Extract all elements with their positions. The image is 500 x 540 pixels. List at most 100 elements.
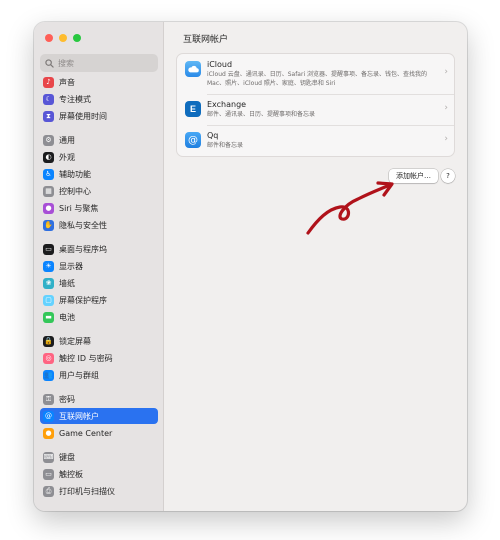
chevron-right-icon: › bbox=[444, 134, 448, 144]
sidebar-item-label: 触控 ID 与密码 bbox=[59, 353, 113, 363]
keyboard-icon: ⌨ bbox=[43, 451, 54, 463]
account-description: iCloud 云盘、通讯录、日历、Safari 浏览器、提醒事项、备忘录、钱包、… bbox=[207, 71, 428, 87]
sidebar-item[interactable]: ⚙ 通用 bbox=[40, 132, 158, 148]
hourglass-icon: ⧗ bbox=[43, 110, 54, 122]
divider bbox=[207, 125, 454, 126]
sidebar-item[interactable]: ♪ 声音 bbox=[40, 74, 158, 90]
account-name: Qq bbox=[207, 131, 219, 140]
sidebar-item-label: 屏幕使用时间 bbox=[59, 111, 107, 121]
moon-icon: ☾ bbox=[43, 93, 54, 105]
annotation-arrow bbox=[306, 181, 394, 235]
sidebar-item[interactable]: ✋ 隐私与安全性 bbox=[40, 217, 158, 233]
printer-icon: ⎙ bbox=[43, 485, 54, 497]
sidebar-item-label: 键盘 bbox=[59, 452, 75, 462]
appearance-icon: ◐ bbox=[43, 151, 54, 163]
sidebar-item-label: 声音 bbox=[59, 77, 75, 87]
chevron-right-icon: › bbox=[444, 67, 448, 77]
trackpad-icon: ▭ bbox=[43, 468, 54, 480]
search-icon bbox=[45, 58, 54, 68]
sidebar-item[interactable]: ☾ 专注模式 bbox=[40, 91, 158, 107]
sidebar-item-label: 通用 bbox=[59, 135, 75, 145]
sidebar-item-label: 控制中心 bbox=[59, 186, 91, 196]
sidebar-item[interactable]: ● Siri 与聚焦 bbox=[40, 200, 158, 216]
at-icon: @ bbox=[43, 410, 54, 422]
sidebar-item-label: 显示器 bbox=[59, 261, 83, 271]
lock-icon: 🔒 bbox=[43, 335, 54, 347]
sidebar-item[interactable]: ◐ 外观 bbox=[40, 149, 158, 165]
speaker-icon: ♪ bbox=[43, 76, 54, 88]
sidebar-item-label: 电池 bbox=[59, 312, 75, 322]
sidebar-item-label: 用户与群组 bbox=[59, 370, 99, 380]
sidebar-item-label: 屏幕保护程序 bbox=[59, 295, 107, 305]
sidebar-item[interactable]: @ 互联网帐户 bbox=[40, 408, 158, 424]
settings-window: 搜索 ♪ 声音 ☾ 专注模式 ⧗ 屏幕使用时间 ⚙ 通用 ◐ 外观 ♿ 辅助功能 ▦ 控制中心 ● Siri … bbox=[34, 22, 467, 511]
accounts-list: iCloud iCloud 云盘、通讯录、日历、Safari 浏览器、提醒事项、… bbox=[176, 53, 455, 157]
sidebar-item-label: 专注模式 bbox=[59, 94, 91, 104]
exchange-icon: E bbox=[185, 101, 201, 117]
fingerprint-icon: ◎ bbox=[43, 352, 54, 364]
sidebar-item[interactable]: ⌨ 键盘 bbox=[40, 449, 158, 465]
sidebar-item-label: 墙纸 bbox=[59, 278, 75, 288]
accessibility-icon: ♿ bbox=[43, 168, 54, 180]
account-description: 邮件和备忘录 bbox=[207, 142, 244, 149]
icloud-icon bbox=[185, 61, 201, 77]
account-description: 邮件、通讯录、日历、提醒事项和备忘录 bbox=[207, 111, 316, 118]
screensaver-icon: ▢ bbox=[43, 294, 54, 306]
sidebar-item[interactable]: ▭ 桌面与程序坞 bbox=[40, 241, 158, 257]
search-input[interactable]: 搜索 bbox=[40, 54, 158, 72]
account-name: Exchange bbox=[207, 100, 247, 109]
users-icon: 👥 bbox=[43, 369, 54, 381]
sidebar-item[interactable]: ❀ 墙纸 bbox=[40, 275, 158, 291]
account-row-qq[interactable]: @ Qq 邮件和备忘录 › bbox=[177, 130, 454, 150]
battery-icon: ▬ bbox=[43, 311, 54, 323]
sidebar-item-label: 锁定屏幕 bbox=[59, 336, 91, 346]
account-row-exchange[interactable]: E Exchange 邮件、通讯录、日历、提醒事项和备忘录 › bbox=[177, 99, 454, 119]
display-icon: ☀ bbox=[43, 260, 54, 272]
sidebar-item[interactable]: ⚿ 密码 bbox=[40, 391, 158, 407]
chevron-right-icon: › bbox=[444, 103, 448, 113]
dock-icon: ▭ bbox=[43, 243, 54, 255]
sidebar-item-label: 外观 bbox=[59, 152, 75, 162]
sidebar-item[interactable]: ● Game Center bbox=[40, 425, 158, 441]
sidebar-item-label: 辅助功能 bbox=[59, 169, 91, 179]
sidebar-item[interactable]: 🔒 锁定屏幕 bbox=[40, 333, 158, 349]
zoom-window-button[interactable] bbox=[73, 34, 81, 42]
divider bbox=[207, 94, 454, 95]
close-window-button[interactable] bbox=[45, 34, 53, 42]
gear-icon: ⚙ bbox=[43, 134, 54, 146]
wallpaper-icon: ❀ bbox=[43, 277, 54, 289]
help-button[interactable]: ? bbox=[441, 169, 455, 183]
sidebar-item[interactable]: ▭ 触控板 bbox=[40, 466, 158, 482]
page-title: 互联网帐户 bbox=[183, 35, 229, 45]
sidebar-item[interactable]: ▬ 电池 bbox=[40, 309, 158, 325]
main-panel: 互联网帐户 iCloud iCloud 云盘、通讯录、日历、Safari 浏览器… bbox=[165, 22, 467, 511]
sidebar-item[interactable]: 👥 用户与群组 bbox=[40, 367, 158, 383]
control-center-icon: ▦ bbox=[43, 185, 54, 197]
sidebar-item-label: 打印机与扫描仪 bbox=[59, 486, 115, 496]
sidebar-item[interactable]: ⧗ 屏幕使用时间 bbox=[40, 108, 158, 124]
sidebar-item[interactable]: ⎙ 打印机与扫描仪 bbox=[40, 483, 158, 499]
sidebar-item[interactable]: ♿ 辅助功能 bbox=[40, 166, 158, 182]
account-name: iCloud bbox=[207, 60, 233, 69]
sidebar: 搜索 ♪ 声音 ☾ 专注模式 ⧗ 屏幕使用时间 ⚙ 通用 ◐ 外观 ♿ 辅助功能 ▦ 控制中心 ● Siri … bbox=[34, 22, 164, 511]
search-placeholder: 搜索 bbox=[58, 58, 74, 68]
sidebar-item-label: Game Center bbox=[59, 428, 113, 438]
at-icon: @ bbox=[185, 132, 201, 148]
siri-icon: ● bbox=[43, 202, 54, 214]
hand-icon: ✋ bbox=[43, 219, 54, 231]
key-icon: ⚿ bbox=[43, 393, 54, 405]
sidebar-item[interactable]: ☀ 显示器 bbox=[40, 258, 158, 274]
sidebar-item-label: 桌面与程序坞 bbox=[59, 244, 107, 254]
sidebar-item-label: Siri 与聚焦 bbox=[59, 203, 99, 213]
account-row-icloud[interactable]: iCloud iCloud 云盘、通讯录、日历、Safari 浏览器、提醒事项、… bbox=[177, 59, 454, 88]
sidebar-item[interactable]: ▦ 控制中心 bbox=[40, 183, 158, 199]
minimize-window-button[interactable] bbox=[59, 34, 67, 42]
sidebar-item-label: 触控板 bbox=[59, 469, 83, 479]
sidebar-item[interactable]: ▢ 屏幕保护程序 bbox=[40, 292, 158, 308]
traffic-lights bbox=[45, 34, 81, 42]
sidebar-item[interactable]: ◎ 触控 ID 与密码 bbox=[40, 350, 158, 366]
game-center-icon: ● bbox=[43, 427, 54, 439]
sidebar-item-label: 密码 bbox=[59, 394, 75, 404]
sidebar-item-label: 互联网帐户 bbox=[59, 411, 99, 421]
sidebar-item-label: 隐私与安全性 bbox=[59, 220, 107, 230]
